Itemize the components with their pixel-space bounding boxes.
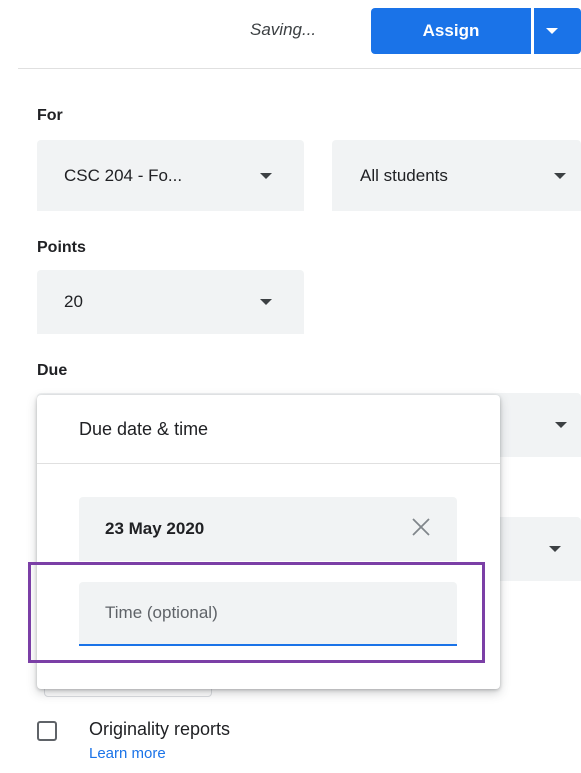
students-select[interactable]: All students [332, 140, 581, 211]
originality-checkbox[interactable] [37, 721, 57, 741]
chevron-down-icon [546, 28, 558, 34]
popup-divider [37, 463, 500, 464]
dropdown-arrow-icon [549, 546, 561, 552]
students-select-value: All students [360, 165, 448, 185]
points-label: Points [37, 239, 86, 256]
close-icon[interactable] [411, 517, 431, 537]
due-label: Due [37, 362, 68, 379]
points-select[interactable]: 20 [37, 270, 304, 334]
assign-options-button[interactable] [534, 8, 581, 54]
dropdown-arrow-icon [260, 173, 272, 179]
points-select-value: 20 [64, 292, 83, 311]
dropdown-arrow-icon [260, 299, 272, 305]
class-select[interactable]: CSC 204 - Fo... [37, 140, 304, 211]
dropdown-arrow-icon [554, 173, 566, 179]
learn-more-link[interactable]: Learn more [89, 745, 166, 762]
originality-label: Originality reports [89, 719, 231, 739]
highlight-box [28, 562, 485, 663]
popup-title: Due date & time [79, 419, 209, 439]
assign-button[interactable]: Assign [371, 8, 531, 54]
for-label: For [37, 107, 63, 124]
dropdown-arrow-icon [555, 422, 567, 428]
saving-status: Saving... [250, 20, 317, 39]
date-value: 23 May 2020 [105, 519, 205, 538]
date-input[interactable]: 23 May 2020 [79, 497, 457, 561]
header-divider [18, 68, 581, 69]
class-select-value: CSC 204 - Fo... [64, 165, 183, 185]
